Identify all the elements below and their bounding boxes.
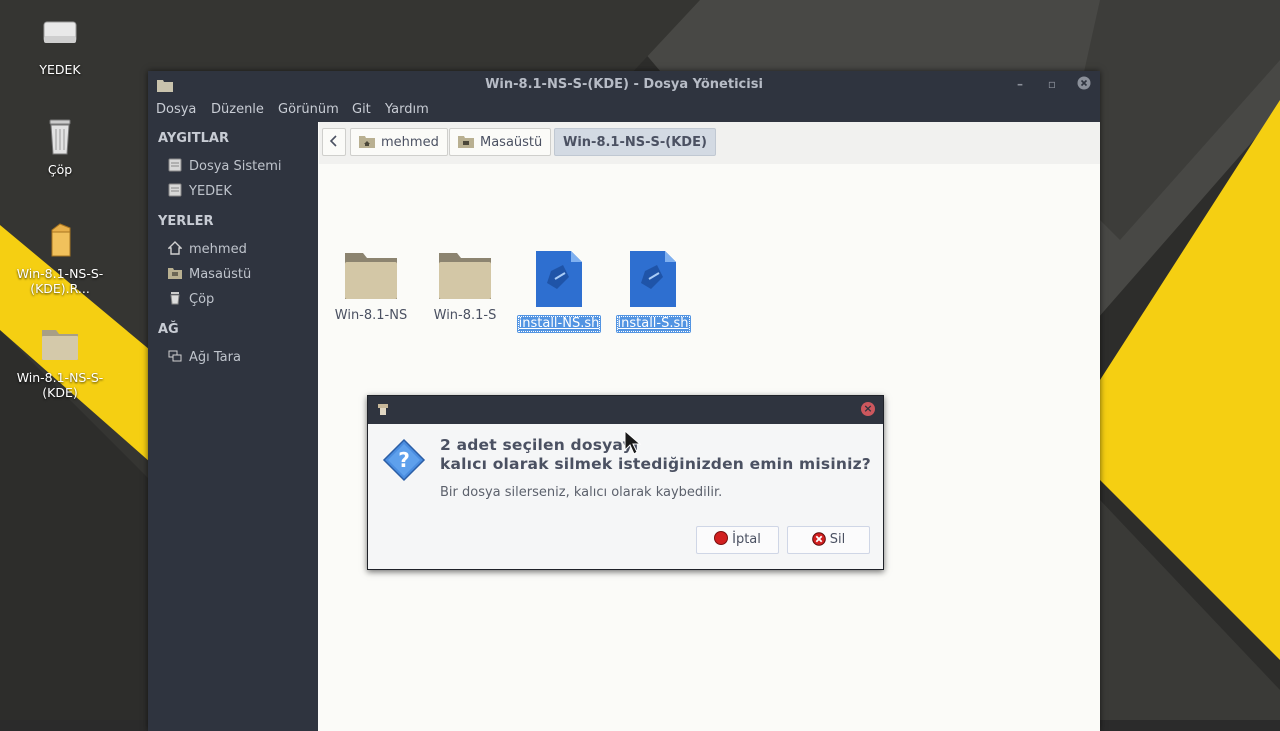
cancel-button[interactable]: İptal	[696, 526, 779, 554]
folder-icon	[439, 253, 491, 299]
chevron-left-icon	[329, 135, 337, 147]
folder-icon	[345, 253, 397, 299]
breadcrumb-masaustu[interactable]: Masaüstü	[449, 128, 552, 156]
file-item-script[interactable]: install-S.sh	[606, 249, 700, 333]
sidebar-heading-devices: AYGITLAR	[158, 131, 229, 146]
sidebar-item-desktop[interactable]: Masaüstü	[168, 265, 251, 285]
sidebar-item-scan-network[interactable]: Ağı Tara	[168, 348, 241, 368]
menu-gorunum[interactable]: Görünüm	[278, 102, 339, 117]
sidebar-item-label: Çöp	[189, 292, 215, 307]
cancel-label: İptal	[732, 532, 761, 547]
desktop-icon-label: YEDEK	[39, 62, 81, 77]
drive-icon	[43, 21, 77, 43]
close-button[interactable]	[1076, 76, 1092, 92]
desktop-folder-icon	[458, 136, 474, 148]
drive-icon	[168, 183, 182, 197]
window-title: Win-8.1-NS-S-(KDE) - Dosya Yöneticisi	[485, 77, 763, 92]
dialog-titlebar[interactable]: ×	[368, 396, 883, 424]
sidebar-item-label: Masaüstü	[189, 267, 252, 282]
sidebar-item-filesystem[interactable]: Dosya Sistemi	[168, 157, 282, 177]
sidebar-item-label: Ağı Tara	[189, 350, 241, 365]
minimize-button[interactable]: –	[1012, 76, 1028, 92]
path-bar: mehmed Masaüstü Win-8.1-NS-S-(KDE)	[319, 122, 1100, 164]
close-icon	[1077, 76, 1091, 90]
trash-icon	[170, 292, 180, 305]
dialog-close-button[interactable]: ×	[861, 402, 875, 416]
sidebar-heading-places: YERLER	[158, 214, 214, 229]
trash-icon	[49, 119, 71, 155]
menu-yardim[interactable]: Yardım	[385, 102, 429, 117]
file-label: Win-8.1-S	[433, 308, 497, 323]
sidebar-heading-network: AĞ	[158, 322, 179, 337]
dialog-heading-line2: kalıcı olarak silmek istediğinizden emin…	[440, 455, 871, 473]
file-label: Win-8.1-NS	[334, 308, 408, 323]
delete-button[interactable]: Sil	[787, 526, 870, 554]
maximize-button[interactable]: ▫	[1044, 76, 1060, 92]
window-titlebar[interactable]: Win-8.1-NS-S-(KDE) - Dosya Yöneticisi – …	[148, 71, 1100, 98]
file-item-folder[interactable]: Win-8.1-S	[418, 249, 512, 325]
network-icon	[168, 350, 182, 362]
menu-duzenle[interactable]: Düzenle	[211, 102, 264, 117]
file-label: install-S.sh	[615, 315, 691, 333]
desktop-icon-yedek[interactable]: YEDEK	[10, 12, 110, 77]
file-item-script[interactable]: install-NS.sh	[512, 249, 606, 333]
menu-git[interactable]: Git	[352, 102, 371, 117]
back-button[interactable]	[322, 128, 346, 156]
script-file-icon	[630, 251, 676, 307]
script-file-icon	[536, 251, 582, 307]
dialog-heading: 2 adet seçilen dosyayı kalıcı olarak sil…	[440, 436, 880, 474]
breadcrumb-label: mehmed	[381, 135, 439, 150]
menubar: Dosya Düzenle Görünüm Git Yardım	[148, 98, 1100, 122]
sidebar-item-mehmed[interactable]: mehmed	[168, 240, 247, 260]
sidebar-item-trash[interactable]: Çöp	[168, 290, 214, 310]
home-folder-icon	[359, 136, 375, 148]
file-label: install-NS.sh	[516, 315, 602, 333]
desktop-icon-folder[interactable]: Win-8.1-NS-S-(KDE)	[10, 320, 110, 400]
file-item-folder[interactable]: Win-8.1-NS	[324, 249, 418, 325]
sidebar-item-label: mehmed	[189, 242, 247, 257]
dialog-message: Bir dosya silerseniz, kalıcı olarak kayb…	[440, 485, 723, 500]
sidebar-item-yedek[interactable]: YEDEK	[168, 182, 232, 202]
delete-label: Sil	[829, 532, 846, 547]
desktop-folder-icon	[168, 268, 182, 279]
drive-icon	[168, 158, 182, 172]
mouse-cursor-icon	[624, 430, 642, 455]
sidebar: AYGITLAR Dosya Sistemi YEDEK YERLER mehm…	[148, 122, 318, 731]
desktop-icon-archive[interactable]: Win-8.1-NS-S-(KDE).R...	[10, 216, 110, 296]
desktop-icon-label: Çöp	[47, 162, 73, 177]
svg-text:?: ?	[398, 448, 410, 472]
breadcrumb-current[interactable]: Win-8.1-NS-S-(KDE)	[554, 128, 716, 156]
home-icon	[168, 241, 182, 255]
desktop-icon-label: Win-8.1-NS-S-(KDE)	[16, 370, 104, 400]
breadcrumb-label: Masaüstü	[480, 135, 543, 150]
desktop-icon-label: Win-8.1-NS-S-(KDE).R...	[16, 266, 104, 296]
desktop-icon-trash[interactable]: Çöp	[10, 112, 110, 177]
delete-confirm-dialog: × ? 2 adet seçilen dosyayı kalıcı olarak…	[367, 395, 884, 570]
sidebar-item-label: Dosya Sistemi	[189, 159, 282, 174]
app-icon	[378, 404, 388, 415]
question-icon: ?	[382, 438, 426, 482]
archive-icon	[51, 223, 71, 257]
sidebar-item-label: YEDEK	[189, 184, 232, 199]
delete-icon	[811, 532, 826, 546]
dialog-heading-line1: 2 adet seçilen dosyayı	[440, 436, 639, 454]
breadcrumb-mehmed[interactable]: mehmed	[350, 128, 448, 156]
stop-icon	[714, 531, 729, 545]
folder-icon	[42, 330, 78, 360]
breadcrumb-label: Win-8.1-NS-S-(KDE)	[563, 135, 707, 150]
menu-dosya[interactable]: Dosya	[156, 102, 196, 117]
